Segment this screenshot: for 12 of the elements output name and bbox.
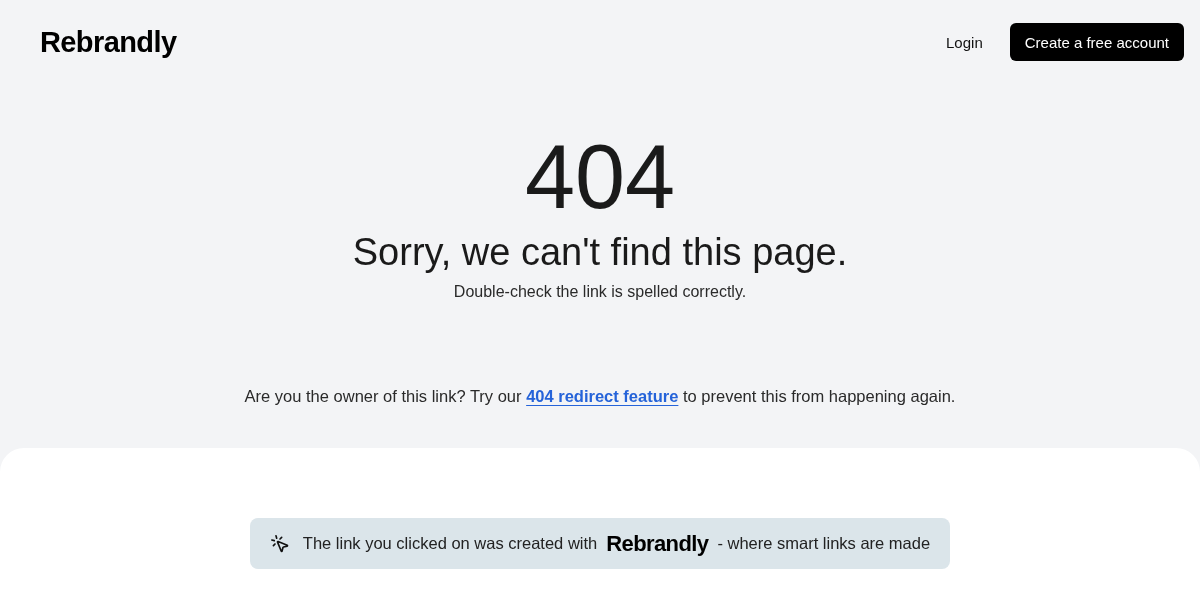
attribution-text: The link you clicked on was created with: [302, 534, 598, 553]
login-link[interactable]: Login: [946, 33, 983, 51]
error-subtitle: Double-check the link is spelled correctly.: [453, 282, 747, 302]
owner-prompt-text: Are you the owner of this link? Try our 404 redirect feature to prevent this from happening again.: [244, 386, 956, 407]
redirect-feature-link[interactable]: 404 redirect feature: [526, 387, 679, 405]
pointer-click-icon: [269, 533, 290, 554]
error-code: 404: [524, 132, 676, 222]
logo[interactable]: Rebrandly: [40, 27, 177, 57]
banner-logo: Rebrandly: [606, 532, 709, 555]
attribution-tagline: - where smart links are made: [717, 534, 931, 553]
create-account-button[interactable]: Create a free account: [1009, 23, 1184, 61]
error-title: Sorry, we can't find this page.: [352, 230, 848, 275]
